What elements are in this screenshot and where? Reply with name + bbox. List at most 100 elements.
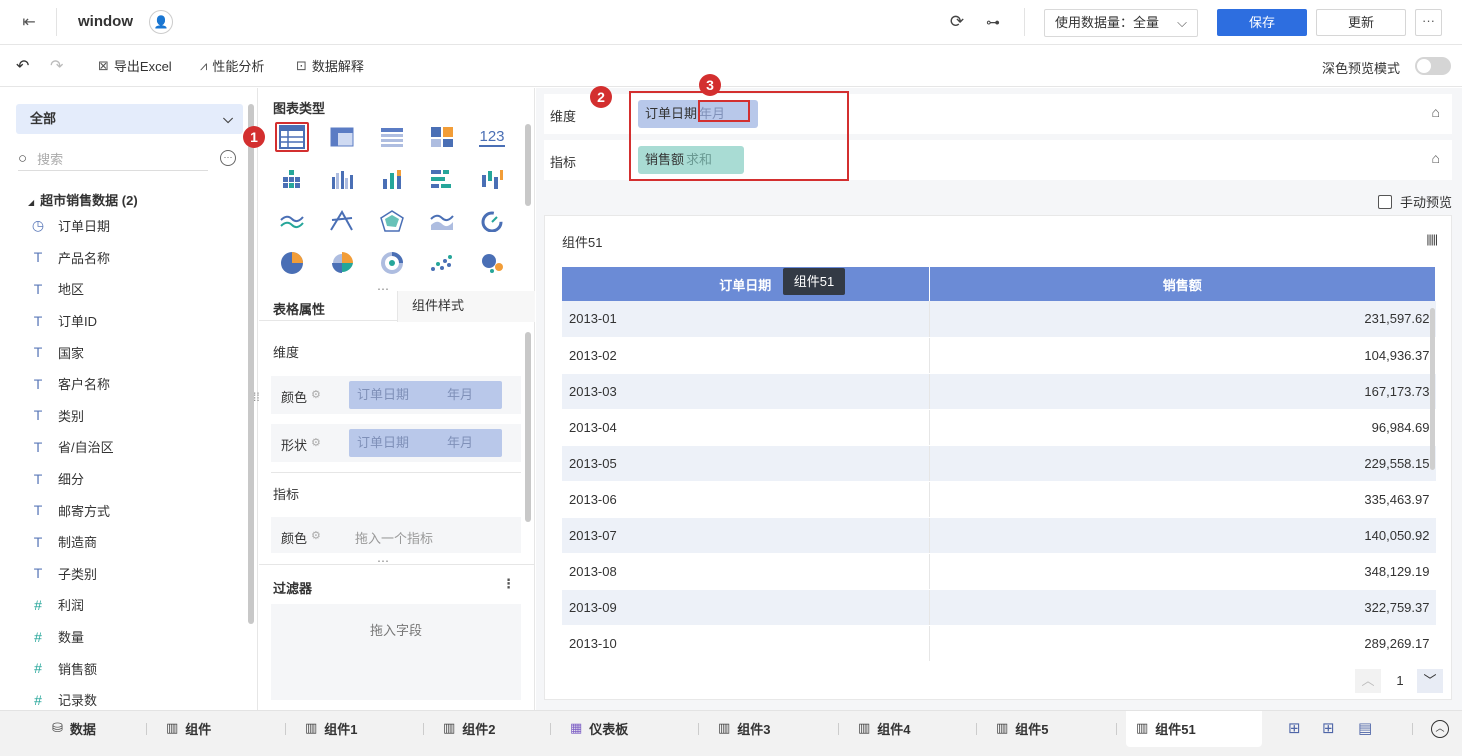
field-item[interactable]: T 产品名称 <box>30 242 240 274</box>
scope-dropdown[interactable]: 全部 ⌵ <box>16 104 243 134</box>
gauge-icon[interactable] <box>475 206 509 236</box>
dark-preview-toggle[interactable] <box>1415 57 1451 75</box>
manual-preview-checkbox[interactable]: 手动预览 <box>1378 192 1452 211</box>
table-row[interactable]: 2013-01 231,597.62 <box>562 301 1436 338</box>
donut-chart-icon[interactable] <box>375 248 409 278</box>
table-row[interactable]: 2013-07 140,050.92 <box>562 517 1436 554</box>
multi-block-icon[interactable] <box>425 122 459 152</box>
field-item[interactable]: # 利润 <box>30 589 240 621</box>
lock-icon[interactable]: ⌂ <box>1432 150 1440 166</box>
line-chart-icon[interactable] <box>275 206 309 236</box>
bottom-tab[interactable]: ▥ 组件3 <box>718 711 771 745</box>
more-options-icon[interactable]: ··· <box>220 150 236 166</box>
table-row[interactable]: 2013-08 348,129.19 <box>562 553 1436 590</box>
table-scrollbar[interactable] <box>1430 308 1435 470</box>
exit-icon[interactable]: ⇤ <box>18 12 40 32</box>
field-list-scrollbar[interactable] <box>248 104 254 624</box>
horizontal-bar-icon[interactable] <box>425 164 459 194</box>
gear-icon[interactable]: ⚙ <box>311 436 321 449</box>
field-item[interactable]: T 客户名称 <box>30 368 240 400</box>
explain-button[interactable]: ⊡ 数据解释 <box>296 56 364 75</box>
filter-more-icon[interactable]: ⋮ <box>502 576 515 592</box>
cross-table-icon[interactable] <box>325 122 359 152</box>
rose-chart-icon[interactable] <box>325 248 359 278</box>
bottom-tab[interactable]: ⛁ 数据 <box>52 711 96 745</box>
user-icon[interactable]: 👤 <box>149 10 173 34</box>
field-item[interactable]: T 制造商 <box>30 526 240 558</box>
add-dashboard-icon[interactable]: ⊞ <box>1322 719 1342 739</box>
table-row[interactable]: 2013-09 322,759.37 <box>562 589 1436 626</box>
resize-handle-icon[interactable]: ⋯ <box>377 554 390 568</box>
barcode-icon[interactable]: ||||| <box>1426 232 1438 246</box>
color-field-pill[interactable]: 订单日期 年月 <box>349 381 502 409</box>
tab-component-style[interactable]: 组件样式 <box>397 291 535 322</box>
undo-icon[interactable]: ↶ <box>16 56 29 76</box>
add-component-icon[interactable]: ⊞ <box>1288 719 1308 739</box>
table-row[interactable]: 2013-10 289,269.17 <box>562 625 1436 662</box>
dot-matrix-icon[interactable] <box>275 164 309 194</box>
field-item[interactable]: ◷ 订单日期 <box>30 210 240 242</box>
pie-chart-icon[interactable] <box>275 248 309 278</box>
radar-icon[interactable] <box>375 206 409 236</box>
export-excel-button[interactable]: ⊠ 导出Excel <box>98 56 172 75</box>
range-bar-icon[interactable] <box>475 164 509 194</box>
number-card-icon[interactable]: 123 <box>475 122 509 152</box>
update-button[interactable]: 更新 <box>1316 9 1406 36</box>
scatter-icon[interactable] <box>425 248 459 278</box>
dataset-size-select[interactable]: 使用数据量：全量 ⌵ <box>1044 9 1198 37</box>
chevron-up-icon[interactable]: ︿ <box>1431 720 1449 738</box>
gear-icon[interactable]: ⚙ <box>311 529 321 542</box>
field-item[interactable]: T 省/自治区 <box>30 431 240 463</box>
filter-drop-zone[interactable]: 拖入字段 <box>271 604 521 700</box>
chart-type-scrollbar[interactable] <box>525 124 531 206</box>
bottom-tab[interactable]: ▥ 组件4 <box>858 711 911 745</box>
tab-table-properties[interactable]: 表格属性 <box>273 299 325 318</box>
field-search-input[interactable]: ○ 搜索 <box>18 146 208 171</box>
gear-icon[interactable]: ⚙ <box>311 388 321 401</box>
column-header[interactable]: 销售额 <box>929 267 1436 301</box>
table-row[interactable]: 2013-02 104,936.37 <box>562 337 1436 374</box>
field-item[interactable]: T 地区 <box>30 273 240 305</box>
add-story-icon[interactable]: ▤ <box>1358 719 1378 739</box>
field-item[interactable]: T 订单ID <box>30 305 240 337</box>
shape-field-pill[interactable]: 订单日期 年月 <box>349 429 502 457</box>
area-chart-icon[interactable] <box>425 206 459 236</box>
field-item[interactable]: # 销售额 <box>30 652 240 684</box>
bottom-tab[interactable]: ▥ 组件2 <box>443 711 496 745</box>
field-item[interactable]: T 邮寄方式 <box>30 494 240 526</box>
bottom-tab[interactable]: ▥ 组件 <box>166 711 211 745</box>
table-row[interactable]: 2013-06 335,463.97 <box>562 481 1436 518</box>
field-item[interactable]: T 子类别 <box>30 558 240 590</box>
star-line-icon[interactable] <box>325 206 359 236</box>
refresh-icon[interactable]: ⟳ <box>946 11 968 33</box>
column-header[interactable]: 订单日期 <box>562 267 930 301</box>
bottom-tab[interactable]: ▥ 组件51 <box>1136 711 1196 745</box>
table-icon[interactable] <box>275 122 309 152</box>
lineage-icon[interactable]: ⊶ <box>982 11 1004 33</box>
field-item[interactable]: T 类别 <box>30 400 240 432</box>
panel-drag-handle-icon[interactable]: ⁞⁞ <box>253 390 260 404</box>
bubble-icon[interactable] <box>475 248 509 278</box>
dataset-group[interactable]: ◢ 超市销售数据 (2) <box>28 190 138 209</box>
field-item[interactable]: T 细分 <box>30 463 240 495</box>
table-row[interactable]: 2013-03 167,173.73 <box>562 373 1436 410</box>
measure-drop-zone[interactable]: 拖入一个指标 <box>355 528 433 547</box>
performance-button[interactable]: ⩘ 性能分析 <box>200 56 264 75</box>
save-button[interactable]: 保存 <box>1217 9 1307 36</box>
bottom-tab[interactable]: ▥ 组件5 <box>996 711 1049 745</box>
bottom-tab[interactable]: ▦ 仪表板 <box>570 711 628 745</box>
bottom-tab[interactable]: ▥ 组件1 <box>305 711 358 745</box>
table-row[interactable]: 2013-05 229,558.15 <box>562 445 1436 482</box>
grouped-bar-icon[interactable] <box>325 164 359 194</box>
checkbox[interactable] <box>1378 194 1392 209</box>
stacked-bar-icon[interactable] <box>375 164 409 194</box>
properties-scrollbar[interactable] <box>525 332 531 522</box>
page-next-button[interactable]: ﹀ <box>1417 669 1443 693</box>
table-row[interactable]: 2013-04 96,984.69 <box>562 409 1436 446</box>
lock-icon[interactable]: ⌂ <box>1432 104 1440 120</box>
more-button[interactable]: ··· <box>1415 9 1442 36</box>
field-item[interactable]: T 国家 <box>30 336 240 368</box>
detail-table-icon[interactable] <box>375 122 409 152</box>
redo-icon[interactable]: ↷ <box>50 56 63 76</box>
page-prev-button[interactable]: ︿ <box>1355 669 1381 693</box>
